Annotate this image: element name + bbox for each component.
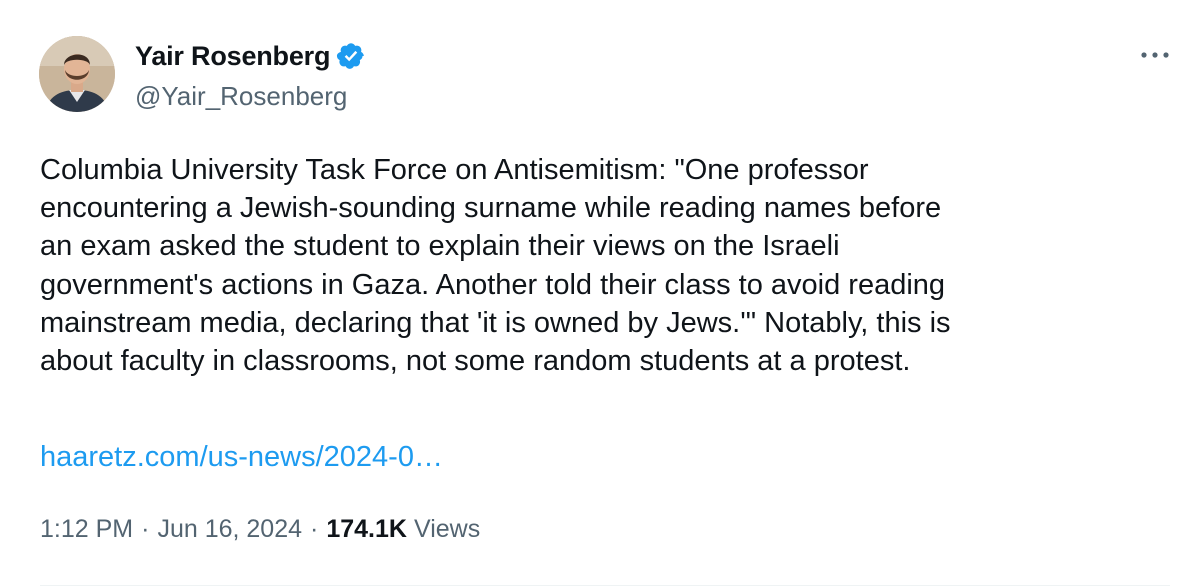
author-name-row[interactable]: Yair Rosenberg — [135, 39, 366, 73]
tweet-date[interactable]: Jun 16, 2024 — [157, 515, 302, 544]
tweet-text: Columbia University Task Force on Antise… — [40, 154, 951, 378]
meta-separator: · — [141, 515, 150, 543]
tweet-link[interactable]: haaretz.com/us-news/2024-0… — [40, 438, 443, 476]
verified-badge-icon — [336, 41, 366, 71]
views-count: 174.1K — [326, 515, 407, 543]
author-display-name[interactable]: Yair Rosenberg — [135, 41, 330, 72]
tweet-time[interactable]: 1:12 PM — [40, 515, 133, 544]
meta-separator: · — [310, 515, 319, 543]
tweet-card: Yair Rosenberg @Yair_Rosenberg Columbia … — [0, 0, 1196, 586]
tweet-metadata: 1:12 PM · Jun 16, 2024 · 174.1K Views — [40, 515, 480, 544]
more-options-icon[interactable] — [1138, 40, 1172, 70]
author-handle[interactable]: @Yair_Rosenberg — [135, 81, 347, 112]
avatar[interactable] — [39, 36, 115, 112]
profile-photo-icon — [39, 36, 115, 112]
views-label: Views — [413, 515, 481, 543]
